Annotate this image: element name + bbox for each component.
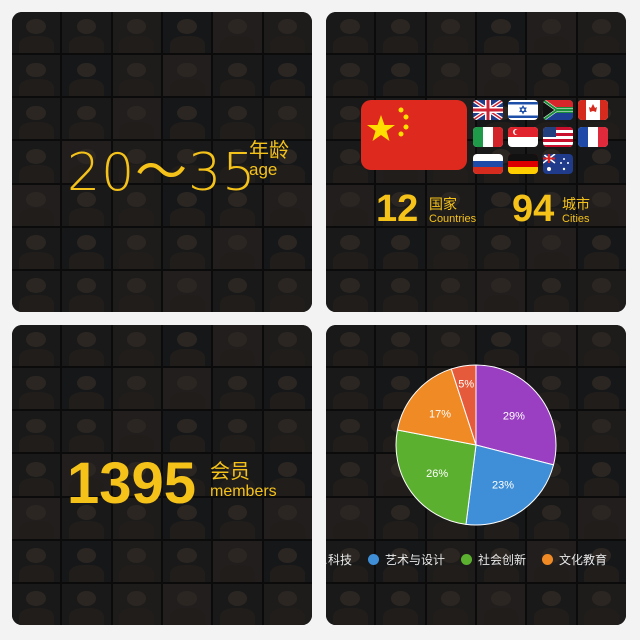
australia-flag-icon <box>543 154 573 174</box>
legend-swatch <box>368 554 380 565</box>
cities-label-cn: 城市 <box>562 196 590 212</box>
pie-chart: 29% 23% 26% 17% 5% <box>395 364 557 526</box>
legend-item: 社会创新 <box>461 551 526 568</box>
pie-chart-panel: 29% 23% 26% 17% 5% …科技 艺术与设计 社会创新 文化教育 <box>326 325 626 625</box>
pie-slice-label: 5% <box>458 378 474 390</box>
age-range-value: 20～35 <box>67 143 257 203</box>
members-label-en: members <box>210 483 277 500</box>
countries-count: 12 <box>376 188 419 230</box>
age-panel: 20～35 年龄 age <box>12 12 312 312</box>
pie-slice-label: 26% <box>426 468 448 480</box>
legend-label: 艺术与设计 <box>385 553 446 567</box>
legend-item: 艺术与设计 <box>368 551 445 568</box>
legend-item: …科技 <box>326 551 352 568</box>
singapore-flag-icon <box>508 127 538 147</box>
legend-swatch <box>542 554 554 565</box>
infographic-grid: 20～35 年龄 age 12 国家 Countries 94 城市 Citie… <box>0 0 640 640</box>
canada-flag-icon <box>578 100 608 120</box>
pie-slice-label: 29% <box>503 411 525 423</box>
germany-flag-icon <box>508 154 538 174</box>
members-panel: 1395 会员 members <box>12 325 312 625</box>
countries-label-en: Countries <box>429 213 477 225</box>
italy-flag-icon <box>473 127 503 147</box>
legend-label: 社会创新 <box>478 553 527 567</box>
legend-item: 文化教育 <box>542 551 607 568</box>
members-count: 1395 <box>67 451 197 516</box>
russia-flag-icon <box>473 154 503 174</box>
chart-legend: …科技 艺术与设计 社会创新 文化教育 <box>326 551 626 573</box>
israel-flag-icon <box>508 100 538 120</box>
age-label-en: age <box>249 160 278 179</box>
country-flags <box>473 100 613 180</box>
age-label-cn: 年龄 <box>249 140 289 162</box>
south-africa-flag-icon <box>543 100 573 120</box>
uk-flag-icon <box>473 100 503 120</box>
usa-flag-icon <box>543 127 573 147</box>
cities-label-en: Cities <box>562 213 590 225</box>
countries-panel: 12 国家 Countries 94 城市 Cities <box>326 12 626 312</box>
legend-label: …科技 <box>326 553 353 567</box>
pie-slice-label: 23% <box>492 480 514 492</box>
legend-swatch <box>461 554 473 565</box>
cities-count: 94 <box>512 188 555 230</box>
countries-label-cn: 国家 <box>429 196 457 212</box>
china-flag-icon <box>361 100 467 170</box>
legend-label: 文化教育 <box>559 553 608 567</box>
pie-slice-label: 17% <box>429 408 451 420</box>
members-label-cn: 会员 <box>210 461 250 483</box>
france-flag-icon <box>578 127 608 147</box>
